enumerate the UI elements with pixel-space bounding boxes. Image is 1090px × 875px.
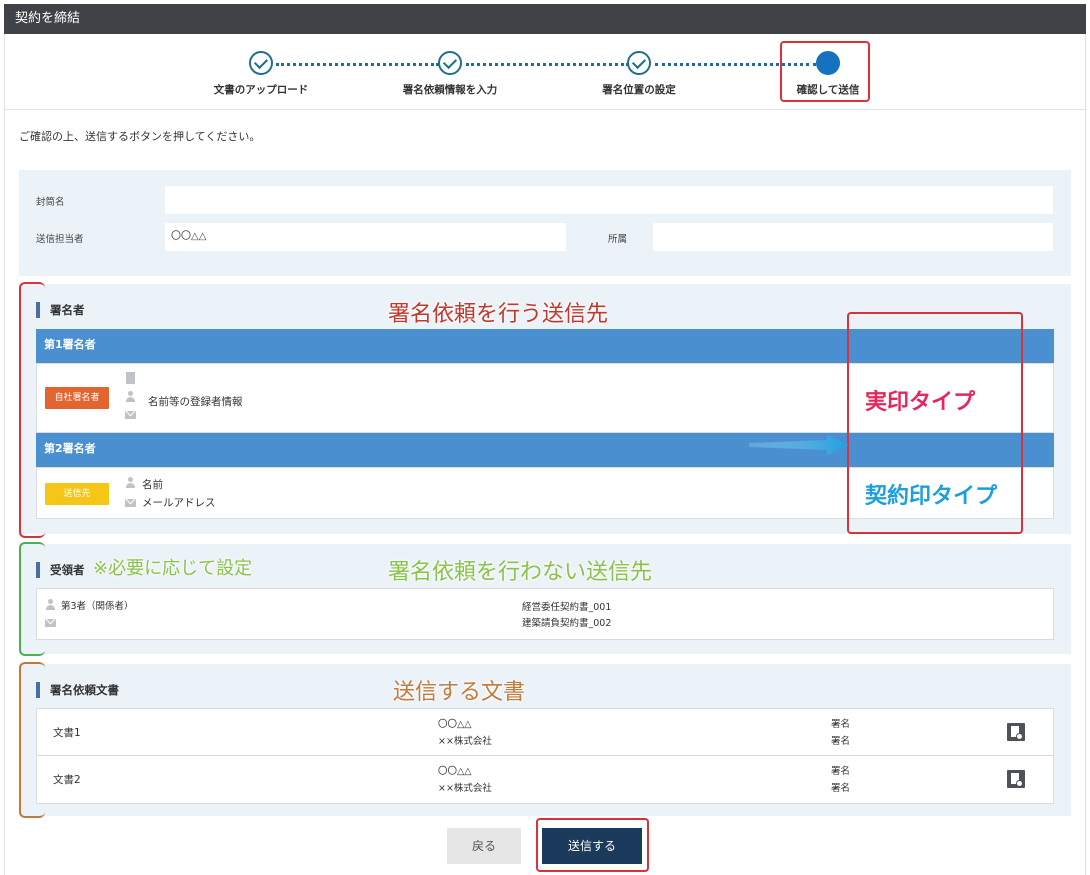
contract-page: 文書のアップロード 署名依頼情報を入力 署名位置の設定 確認して送信 ご確認の上…: [4, 34, 1087, 875]
highlight-box: [780, 41, 870, 102]
annotation-signers: 署名依頼を行う送信先: [388, 302, 609, 327]
recipient-row: 第3者（関係者） 経営委任契約書_001 建築請負契約書_002: [36, 588, 1054, 640]
envelope-name-field[interactable]: [165, 186, 1053, 214]
arrow-icon: [749, 435, 849, 455]
documents-table: 文書1 〇〇△△ ××株式会社 署名 署名 文書2 〇〇△△ ××株式会社 署名…: [36, 708, 1054, 804]
highlight-box: [536, 818, 649, 872]
check-icon: [438, 51, 462, 75]
document-name: 文書2: [53, 774, 81, 786]
annotation-jitsuin: 実印タイプ: [865, 390, 976, 415]
table-row: 文書2 〇〇△△ ××株式会社 署名 署名: [37, 756, 1053, 803]
person-icon: [45, 599, 56, 610]
step-label: 署名位置の設定: [602, 84, 676, 96]
step-request-info: 署名依頼情報を入力: [365, 51, 535, 97]
intro-text: ご確認の上、送信するボタンを押してください。: [19, 130, 261, 143]
annotation-bracket: [19, 542, 45, 656]
signature-type: 署名: [831, 766, 851, 777]
annotation-keiyakuin: 契約印タイプ: [865, 484, 998, 509]
department-label: 所属: [608, 234, 628, 245]
first-signer-info: 名前等の登録者情報: [148, 396, 243, 408]
recipient-badge: 送信先: [45, 483, 109, 505]
signature-type: 署名: [831, 783, 851, 794]
mail-icon: [125, 499, 136, 507]
department-field[interactable]: [653, 223, 1053, 251]
annotation-documents: 送信する文書: [393, 680, 526, 705]
window-title: 契約を締結: [4, 4, 1086, 34]
check-icon: [627, 51, 651, 75]
annotation-recipients: 署名依頼を行わない送信先: [388, 560, 653, 585]
document-name: 文書1: [53, 727, 81, 739]
sender-label: 送信担当者: [36, 234, 84, 245]
step-label: 文書のアップロード: [213, 84, 309, 96]
person-icon: [125, 391, 136, 402]
step-label: 署名依頼情報を入力: [402, 84, 498, 96]
annotation-bracket: [19, 662, 45, 818]
signature-type: 署名: [831, 719, 851, 730]
documents-title: 署名依頼文書: [36, 682, 119, 698]
sender-field[interactable]: 〇〇△△: [165, 223, 566, 251]
document-preview-icon[interactable]: [1007, 770, 1025, 788]
mail-icon: [125, 411, 136, 419]
recipient-document: 経営委任契約書_001: [522, 602, 612, 613]
document-party: 〇〇△△: [438, 766, 472, 777]
signature-type: 署名: [831, 736, 851, 747]
recipient-name: 第3者（関係者）: [61, 601, 134, 612]
second-signer-name: 名前: [142, 479, 163, 491]
step-upload: 文書のアップロード: [176, 51, 346, 97]
table-row: 文書1 〇〇△△ ××株式会社 署名 署名: [37, 709, 1053, 756]
envelope-panel: 封筒名 送信担当者 〇〇△△ 所属: [19, 170, 1071, 276]
building-icon: [126, 372, 135, 384]
documents-panel: 署名依頼文書 文書1 〇〇△△ ××株式会社 署名 署名 文書2 〇〇△△ ××…: [19, 664, 1071, 816]
document-party: 〇〇△△: [438, 719, 472, 730]
document-party: ××株式会社: [438, 736, 492, 747]
person-icon: [125, 477, 136, 488]
progress-stepper: 文書のアップロード 署名依頼情報を入力 署名位置の設定 確認して送信: [5, 34, 1087, 110]
annotation-recipients-note: ※必要に応じて設定: [93, 558, 253, 579]
own-signer-badge: 自社署名者: [45, 387, 109, 409]
step-signature-position: 署名位置の設定: [554, 51, 724, 97]
second-signer-email: メールアドレス: [142, 497, 216, 509]
envelope-name-label: 封筒名: [36, 197, 65, 208]
back-button[interactable]: 戻る: [447, 828, 521, 864]
annotation-bracket: [19, 282, 45, 538]
recipient-document: 建築請負契約書_002: [522, 618, 612, 629]
document-party: ××株式会社: [438, 783, 492, 794]
document-preview-icon[interactable]: [1007, 723, 1025, 741]
mail-icon: [45, 619, 56, 627]
check-icon: [249, 51, 273, 75]
